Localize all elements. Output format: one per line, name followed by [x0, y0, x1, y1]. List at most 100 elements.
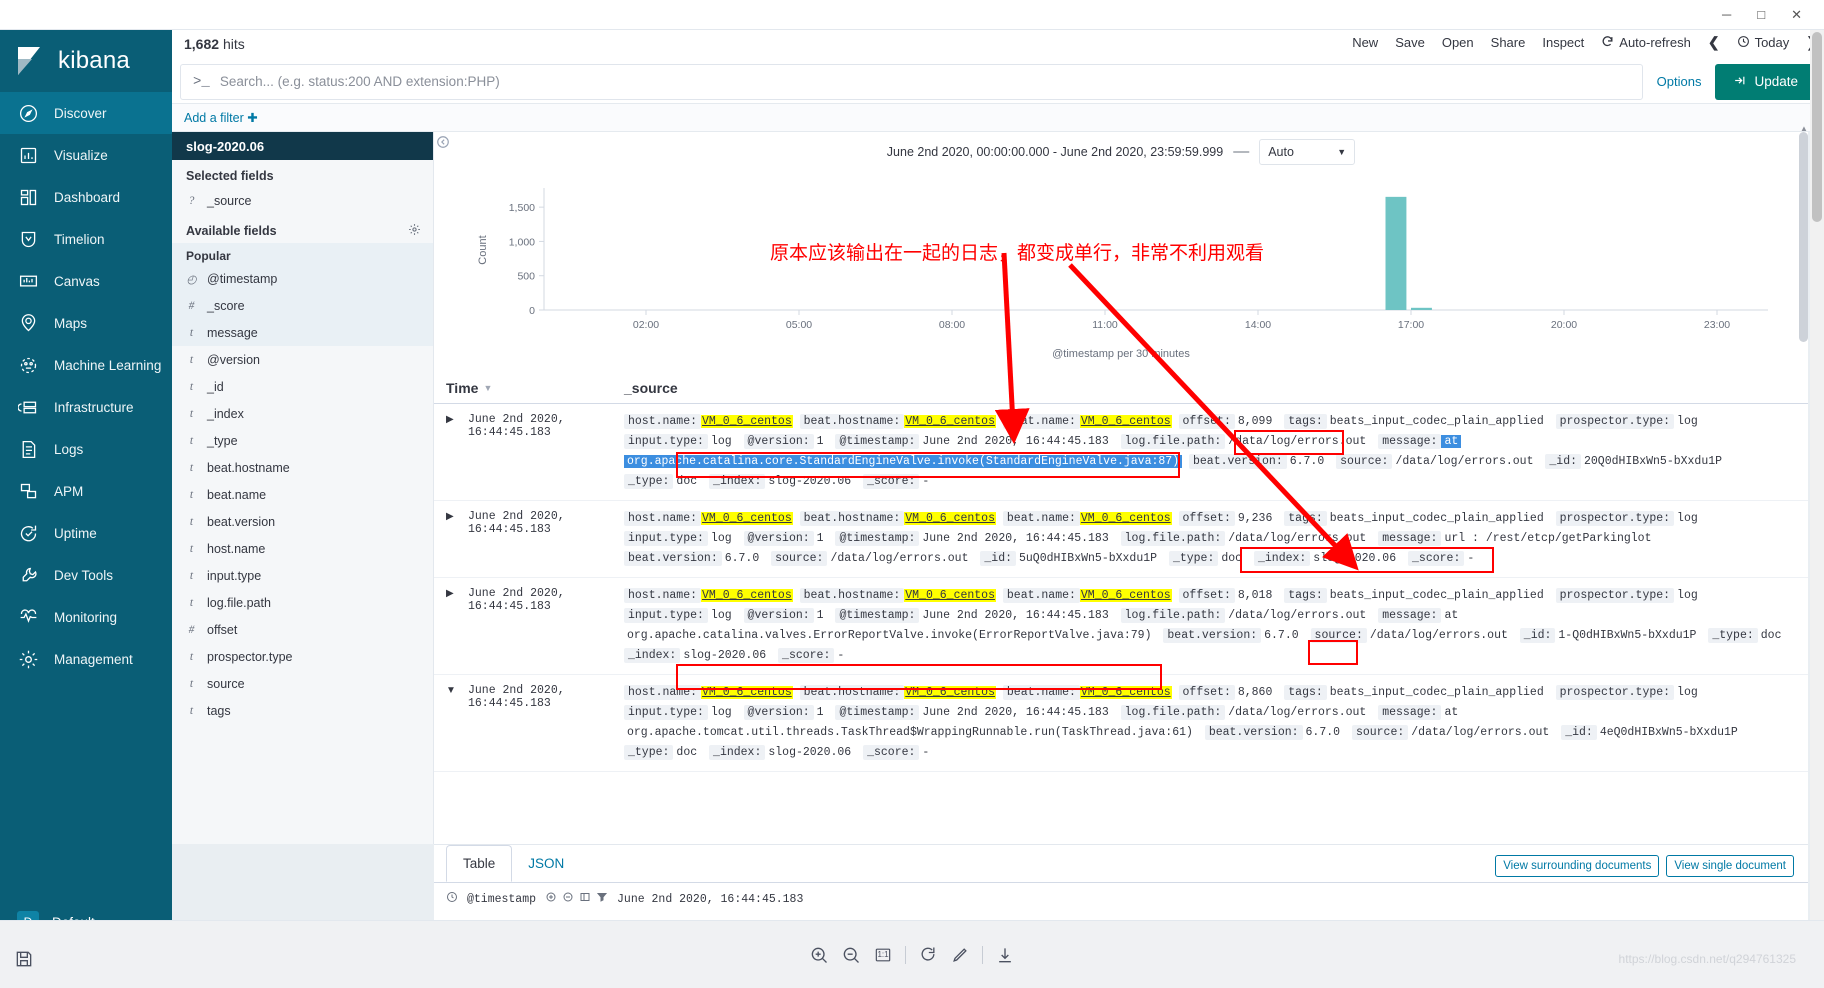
field-item[interactable]: # offset [172, 616, 433, 643]
field-settings-gear-icon[interactable] [408, 223, 421, 239]
sidebar-item-canvas[interactable]: Canvas [0, 260, 172, 302]
field-name: _score [207, 298, 245, 313]
sidebar-item-uptime[interactable]: Uptime [0, 512, 172, 554]
close-icon[interactable]: ✕ [1791, 8, 1802, 21]
expand-row-toggle[interactable]: ▶ [446, 412, 468, 492]
sidebar-item-machine-learning[interactable]: Machine Learning [0, 344, 172, 386]
add-filter-button[interactable]: Add a filter ✚ [184, 110, 258, 125]
search-input[interactable]: >_ Search... (e.g. status:200 AND extens… [180, 63, 1643, 100]
source-field-value: /data/log/errors.out [830, 552, 969, 565]
x-tick-label: 17:00 [1398, 319, 1424, 331]
field-item[interactable]: t prospector.type [172, 643, 433, 670]
source-field-key: beat.name: [1002, 588, 1080, 603]
menu-save[interactable]: Save [1395, 35, 1425, 50]
sidebar-item-label: Maps [54, 315, 88, 331]
sidebar-item-logs[interactable]: Logs [0, 428, 172, 470]
sidebar-item-dashboard[interactable]: Dashboard [0, 176, 172, 218]
view-surrounding-documents-button[interactable]: View surrounding documents [1495, 855, 1660, 877]
sidebar-item-discover[interactable]: Discover [0, 92, 172, 134]
sidebar-item-infrastructure[interactable]: Infrastructure [0, 386, 172, 428]
field-item[interactable]: t _index [172, 400, 433, 427]
field-item[interactable]: t source [172, 670, 433, 697]
menu-open[interactable]: Open [1442, 35, 1474, 50]
field-item[interactable]: t beat.name [172, 481, 433, 508]
sidebar-item-management[interactable]: Management [0, 638, 172, 680]
expand-row-toggle[interactable]: ▶ [446, 509, 468, 569]
view-single-document-button[interactable]: View single document [1666, 855, 1794, 877]
field-item[interactable]: t host.name [172, 535, 433, 562]
expand-row-toggle[interactable]: ▼ [446, 683, 468, 763]
histogram-chart[interactable]: 0 500 1,000 1,500 Count 02:00 05:00 08:00 11:00 1… [434, 172, 1808, 352]
gear-icon [17, 648, 39, 670]
field-name: input.type [207, 568, 262, 583]
zoom-out-icon[interactable] [841, 945, 861, 965]
zoom-in-icon[interactable] [809, 945, 829, 965]
field-item[interactable]: ? _source [172, 187, 433, 214]
tab-table[interactable]: Table [446, 845, 513, 882]
field-item[interactable]: t beat.hostname [172, 454, 433, 481]
update-label: Update [1754, 74, 1798, 89]
kibana-logo[interactable]: kibana [0, 30, 172, 92]
expand-row-toggle[interactable]: ▶ [446, 586, 468, 666]
window-scrollbar[interactable] [1810, 30, 1824, 988]
index-pattern-selector[interactable]: slog-2020.06 [172, 132, 433, 160]
column-header-time[interactable]: Time ▼ [446, 380, 624, 396]
table-row[interactable]: ▶ June 2nd 2020, 16:44:45.183 host.name: VM… [434, 578, 1808, 675]
field-item[interactable]: t @version [172, 346, 433, 373]
x-tick-label: 05:00 [786, 319, 812, 331]
field-item[interactable]: t beat.version [172, 508, 433, 535]
sidebar-item-dev-tools[interactable]: Dev Tools [0, 554, 172, 596]
filter-out-value-icon[interactable] [562, 891, 574, 907]
interval-select[interactable]: Auto ▼ [1259, 139, 1356, 165]
sidebar-item-timelion[interactable]: Timelion [0, 218, 172, 260]
scroll-up-icon[interactable]: ▲ [1800, 124, 1808, 133]
menu-share[interactable]: Share [1491, 35, 1526, 50]
download-icon[interactable] [995, 945, 1015, 965]
field-item[interactable]: t _type [172, 427, 433, 454]
field-item[interactable]: t message [172, 319, 433, 346]
panel-scrollbar-thumb[interactable] [1799, 132, 1808, 342]
source-field-value: /data/log/errors.out [1395, 455, 1534, 468]
source-field: offset: 8,860 [1178, 685, 1278, 700]
field-name: source [207, 676, 245, 691]
auto-refresh-button[interactable]: Auto-refresh [1601, 35, 1691, 51]
tab-json[interactable]: JSON [512, 845, 580, 882]
window-scrollbar-thumb[interactable] [1812, 32, 1822, 222]
filter-field-present-icon[interactable] [596, 891, 608, 907]
actual-size-icon[interactable]: 1:1 [873, 945, 893, 965]
edit-icon[interactable] [950, 945, 970, 965]
save-image-icon[interactable] [14, 949, 34, 974]
rotate-icon[interactable] [918, 945, 938, 965]
sidebar-item-visualize[interactable]: Visualize [0, 134, 172, 176]
prev-time-button[interactable]: ❮ [1708, 34, 1720, 51]
update-button[interactable]: Update [1715, 63, 1816, 100]
minimize-icon[interactable]: ─ [1722, 8, 1731, 21]
maximize-icon[interactable]: □ [1757, 8, 1765, 21]
menu-new[interactable]: New [1352, 35, 1378, 50]
menu-inspect[interactable]: Inspect [1542, 35, 1584, 50]
sidebar-item-maps[interactable]: Maps [0, 302, 172, 344]
time-picker-button[interactable]: Today [1737, 35, 1789, 51]
source-field: input.type: log [624, 705, 737, 720]
source-field-key: _id: [1519, 628, 1556, 643]
histogram-bar[interactable] [1411, 307, 1432, 310]
sidebar-item-apm[interactable]: APM [0, 470, 172, 512]
table-row[interactable]: ▶ June 2nd 2020, 16:44:45.183 host.name: VM… [434, 501, 1808, 578]
panel-scrollbar[interactable]: ▲ ▼ [1798, 124, 1810, 952]
sidebar-item-monitoring[interactable]: Monitoring [0, 596, 172, 638]
field-item[interactable]: t log.file.path [172, 589, 433, 616]
options-button[interactable]: Options [1657, 74, 1702, 89]
field-item[interactable]: t tags [172, 697, 433, 724]
field-item[interactable]: t input.type [172, 562, 433, 589]
histogram-bar[interactable] [1385, 196, 1407, 310]
field-item[interactable]: t _id [172, 373, 433, 400]
toggle-column-icon[interactable] [579, 891, 591, 907]
field-item[interactable]: # _score [172, 292, 433, 319]
filter-for-value-icon[interactable] [545, 891, 557, 907]
source-field-value: doc [1760, 629, 1782, 642]
field-item[interactable]: ◴ @timestamp [172, 265, 433, 292]
table-row[interactable]: ▶ June 2nd 2020, 16:44:45.183 host.name: VM… [434, 404, 1808, 501]
field-name: log.file.path [207, 595, 271, 610]
table-row[interactable]: ▼ June 2nd 2020, 16:44:45.183 host.name: VM… [434, 675, 1808, 772]
collapse-panel-icon[interactable] [434, 132, 452, 152]
